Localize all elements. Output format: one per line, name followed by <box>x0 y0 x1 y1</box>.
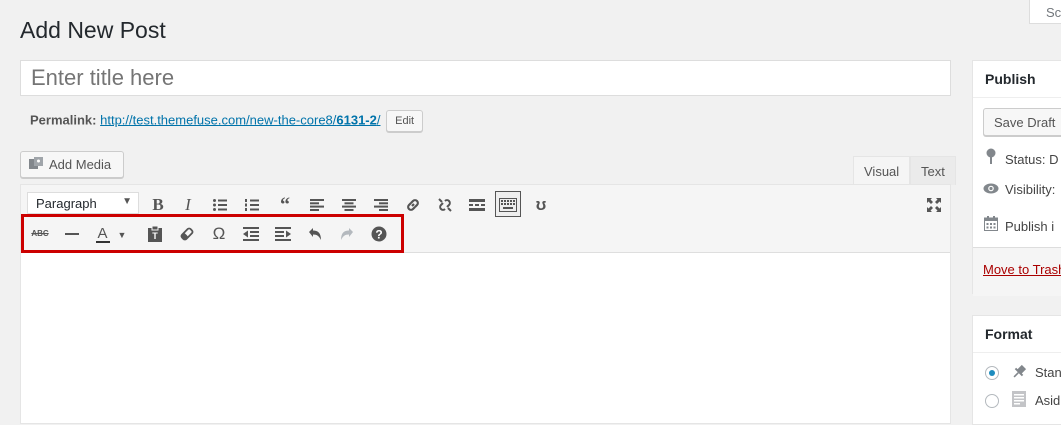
format-radio-standard[interactable] <box>985 366 999 380</box>
publish-box: Publish Save Draft Status: D Visibility:… <box>972 60 1061 296</box>
remove-link-icon[interactable] <box>432 192 458 218</box>
page-title: Add New Post <box>20 17 166 43</box>
aside-icon <box>1012 391 1026 412</box>
pin-icon <box>983 148 999 167</box>
publish-time-row: Publish i <box>983 216 1054 234</box>
status-row: Status: D <box>983 148 1058 167</box>
post-title-input[interactable] <box>20 60 951 96</box>
screen-options-tab[interactable]: Sc <box>1029 0 1061 24</box>
visibility-label: Visibility: <box>1005 182 1056 197</box>
permalink-row: Permalink: http://test.themefuse.com/new… <box>30 110 424 132</box>
edit-permalink-button[interactable]: Edit <box>386 110 424 132</box>
format-heading: Format <box>973 316 1061 353</box>
pin-icon <box>1011 364 1027 385</box>
fullscreen-icon[interactable] <box>921 192 947 218</box>
wp-icon[interactable]: ʊ <box>528 192 554 218</box>
tab-visual[interactable]: Visual <box>853 156 911 185</box>
format-option-aside: Asid <box>1035 393 1061 408</box>
calendar-icon <box>983 216 999 234</box>
move-to-trash-link[interactable]: Move to Trash <box>983 262 1061 277</box>
toolbar-toggle-icon[interactable] <box>495 191 521 217</box>
publish-actions: Move to Trash <box>973 247 1061 296</box>
publish-heading: Publish <box>973 61 1061 98</box>
tab-text[interactable]: Text <box>910 156 956 185</box>
publish-time-label: Publish i <box>1005 219 1055 234</box>
permalink-label: Permalink: <box>30 112 97 128</box>
save-draft-button[interactable]: Save Draft <box>983 108 1061 136</box>
chevron-down-icon: ▼ <box>122 196 132 207</box>
format-option-standard: Stan <box>1035 365 1061 380</box>
toolbar-highlight-box <box>21 214 404 253</box>
format-box: Format Stan Asid <box>972 315 1061 425</box>
format-radio-aside[interactable] <box>985 394 999 408</box>
eye-icon <box>983 182 999 197</box>
add-media-label: Add Media <box>49 157 112 172</box>
read-more-icon[interactable] <box>464 192 490 218</box>
add-media-button[interactable]: Add Media <box>20 151 124 178</box>
status-label: Status: D <box>1005 152 1059 167</box>
format-select[interactable]: Paragraph ▼ <box>27 192 139 214</box>
visibility-row: Visibility: <box>983 182 1055 197</box>
add-media-icon <box>29 157 43 171</box>
permalink-link[interactable]: http://test.themefuse.com/new-the-core8/… <box>100 112 380 127</box>
